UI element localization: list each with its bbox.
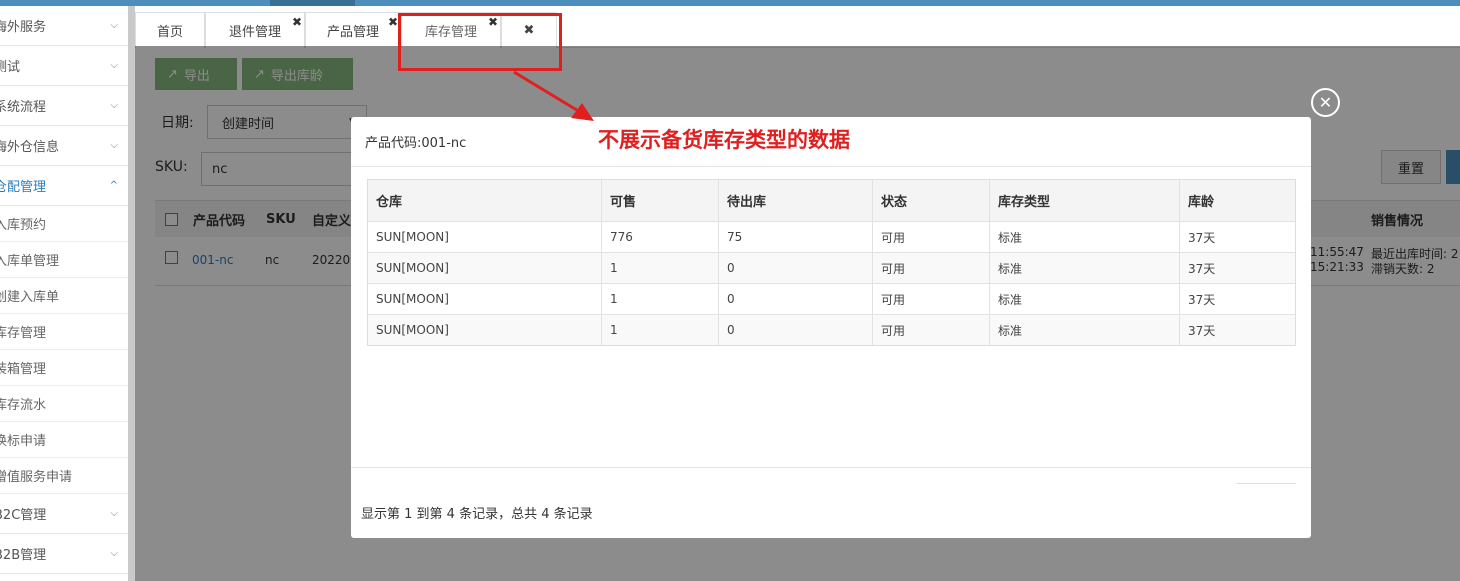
col-stock-age: 库龄 [1179, 180, 1295, 221]
sidebar-item-inbound-appointment[interactable]: 入库预约 [0, 206, 128, 242]
cell-status: 可用 [872, 284, 989, 314]
sidebar-item-label: 海外服务 [0, 20, 47, 35]
close-icon: ✕ [1318, 93, 1333, 112]
chevron-down-icon: ⌵ [110, 508, 118, 519]
sidebar-item-value-added[interactable]: 增值服务申请 [0, 458, 128, 494]
sidebar-group-warehouse-info[interactable]: 海外仓信息 ⌵ [0, 126, 128, 166]
cell-pending-out: 0 [718, 253, 872, 283]
sidebar-group-b2b[interactable]: B2B管理 ⌵ [0, 534, 128, 574]
tab-products[interactable]: 产品管理 ✖ [305, 12, 401, 48]
sidebar-item-label: 装箱管理 [0, 362, 47, 377]
cell-status: 可用 [872, 315, 989, 345]
stock-detail-table: 仓库 可售 待出库 状态 库存类型 库龄 SUN[MOON] 776 75 可用… [367, 179, 1296, 346]
sidebar-group-fulfillment[interactable]: 仓配管理 ^ [0, 166, 128, 206]
table-row: SUN[MOON] 1 0 可用 标准 37天 [368, 283, 1295, 314]
sidebar-item-label: 仓配管理 [0, 180, 47, 195]
chevron-down-icon: ⌵ [110, 548, 118, 559]
chevron-down-icon: ⌵ [110, 20, 118, 31]
tab-label: 退件管理 [228, 25, 281, 40]
cell-available: 776 [601, 222, 718, 252]
tab-label: 产品管理 [326, 25, 379, 40]
chevron-up-icon: ^ [109, 180, 118, 191]
sidebar-item-label: 创建入库单 [0, 290, 60, 305]
product-stock-modal: 产品代码:001-nc 仓库 可售 待出库 状态 库存类型 库龄 SUN[MOO… [351, 117, 1311, 538]
cell-pending-out: 75 [718, 222, 872, 252]
sidebar: 海外服务 ⌵ 测试 ⌵ 系统流程 ⌵ 海外仓信息 ⌵ 仓配管理 ^ 入库预约 入库单管理 … [0, 6, 128, 581]
col-stock-type: 库存类型 [989, 180, 1179, 221]
sidebar-item-label: B2B管理 [0, 548, 47, 563]
sidebar-item-label: 库存流水 [0, 398, 47, 413]
close-icon[interactable]: ✖ [388, 15, 398, 29]
sidebar-group-overseas-service[interactable]: 海外服务 ⌵ [0, 6, 128, 46]
cell-stock-age: 37天 [1179, 253, 1295, 283]
sidebar-item-label: 入库单管理 [0, 254, 60, 269]
sidebar-item-label: 海外仓信息 [0, 140, 60, 155]
tab-bar: 首页 退件管理 ✖ 产品管理 ✖ 库存管理 ✖ ✖ [135, 12, 1460, 48]
cell-pending-out: 0 [718, 315, 872, 345]
cell-warehouse: SUN[MOON] [376, 230, 449, 244]
cell-warehouse: SUN[MOON] [376, 323, 449, 337]
close-icon[interactable]: ✖ [292, 15, 302, 29]
chevron-down-icon: ⌵ [110, 100, 118, 111]
tab-home[interactable]: 首页 [135, 12, 205, 48]
cell-available: 1 [601, 253, 718, 283]
cell-status: 可用 [872, 253, 989, 283]
cell-available: 1 [601, 284, 718, 314]
col-available: 可售 [601, 180, 718, 221]
sidebar-scrollbar[interactable] [128, 6, 135, 581]
table-row: SUN[MOON] 776 75 可用 标准 37天 [368, 221, 1295, 252]
pagination-info: 显示第 1 到第 4 条记录，总共 4 条记录 [361, 507, 593, 522]
annotation-note: 不展示备货库存类型的数据 [598, 128, 850, 152]
table-row: SUN[MOON] 1 0 可用 标准 37天 [368, 252, 1295, 283]
sidebar-group-b2c[interactable]: B2C管理 ⌵ [0, 494, 128, 534]
sidebar-item-label: 入库预约 [0, 218, 47, 233]
sidebar-item-relabel[interactable]: 换标申请 [0, 422, 128, 458]
cell-available: 1 [601, 315, 718, 345]
sidebar-item-packing[interactable]: 装箱管理 [0, 350, 128, 386]
cell-stock-type: 标准 [989, 253, 1179, 283]
cell-stock-type: 标准 [989, 284, 1179, 314]
chevron-down-icon: ⌵ [110, 140, 118, 151]
sidebar-item-label: 库存管理 [0, 326, 47, 341]
cell-stock-age: 37天 [1179, 315, 1295, 345]
tab-returns[interactable]: 退件管理 ✖ [205, 12, 305, 48]
sidebar-item-label: 换标申请 [0, 434, 47, 449]
sidebar-item-label: 增值服务申请 [0, 470, 73, 485]
cell-stock-age: 37天 [1179, 222, 1295, 252]
sidebar-item-label: B2C管理 [0, 508, 47, 523]
sidebar-item-create-inbound[interactable]: 创建入库单 [0, 278, 128, 314]
col-pending-out: 待出库 [718, 180, 872, 221]
modal-close-button[interactable]: ✕ [1311, 88, 1340, 117]
chevron-down-icon: ⌵ [110, 60, 118, 71]
pagination-divider [1237, 483, 1296, 484]
table-row: SUN[MOON] 1 0 可用 标准 37天 [368, 314, 1295, 345]
sidebar-item-inventory-log[interactable]: 库存流水 [0, 386, 128, 422]
cell-warehouse: SUN[MOON] [376, 292, 449, 306]
modal-divider [351, 467, 1311, 468]
annotation-highlight-box [398, 13, 562, 71]
cell-status: 可用 [872, 222, 989, 252]
tab-label: 首页 [156, 25, 183, 40]
sidebar-item-label: 测试 [0, 60, 21, 75]
sidebar-item-inventory[interactable]: 库存管理 [0, 314, 128, 350]
cell-stock-type: 标准 [989, 222, 1179, 252]
sidebar-group-test[interactable]: 测试 ⌵ [0, 46, 128, 86]
sidebar-item-label: 系统流程 [0, 100, 47, 115]
col-warehouse: 仓库 [376, 195, 403, 210]
table-header-row: 仓库 可售 待出库 状态 库存类型 库龄 [368, 180, 1295, 221]
cell-pending-out: 0 [718, 284, 872, 314]
cell-warehouse: SUN[MOON] [376, 261, 449, 275]
cell-stock-age: 37天 [1179, 284, 1295, 314]
col-status: 状态 [872, 180, 989, 221]
sidebar-group-system-flow[interactable]: 系统流程 ⌵ [0, 86, 128, 126]
sidebar-item-inbound-orders[interactable]: 入库单管理 [0, 242, 128, 278]
cell-stock-type: 标准 [989, 315, 1179, 345]
